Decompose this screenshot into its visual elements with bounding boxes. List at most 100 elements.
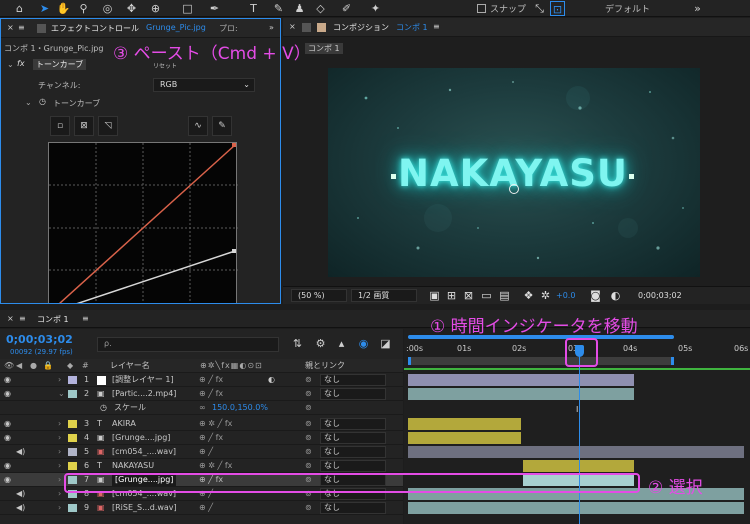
layer-row-4[interactable]: ◉ › 4 ▣ [Grunge....jpg] ⊕ ╱ fx ⊚ なし	[0, 431, 403, 445]
more-workspaces-icon[interactable]: »	[690, 1, 705, 16]
timeline-close-icon[interactable]: ×	[7, 314, 14, 323]
pickwhip-icon[interactable]: ⊚	[305, 388, 312, 400]
shy-icon[interactable]: ▴	[334, 336, 349, 351]
parent-select[interactable]: なし	[320, 446, 386, 458]
expand-chevron-icon[interactable]: ›	[58, 446, 61, 458]
pickwhip-icon[interactable]: ⊚	[305, 446, 312, 458]
audio-icon[interactable]: ◀)	[16, 502, 25, 514]
lock-icon[interactable]	[37, 24, 46, 33]
mask-icon[interactable]: ▭	[479, 288, 494, 303]
expand-chevron-icon[interactable]: ›	[58, 474, 61, 486]
layer-switches[interactable]: ⊕ ╱	[199, 446, 213, 458]
pickwhip-icon[interactable]: ⊚	[305, 432, 312, 444]
adjustment-switch-icon[interactable]: ◐	[268, 374, 275, 386]
visibility-eye-icon[interactable]: ◉	[4, 374, 11, 386]
expand-chevron-icon[interactable]: ›	[58, 488, 61, 500]
layer-bar-4[interactable]	[408, 432, 521, 444]
work-area-bar[interactable]	[408, 357, 674, 365]
layer-name[interactable]: [Grunge....jpg]	[112, 432, 170, 444]
curve-bezier-icon[interactable]: ∿	[188, 116, 208, 136]
layer-bar-5[interactable]	[408, 446, 744, 458]
effect-controls-tab-title[interactable]: エフェクトコントロール	[51, 23, 139, 34]
layer-switches[interactable]: ⊕ ╱	[199, 502, 213, 514]
parent-select[interactable]: なし	[320, 502, 386, 514]
curve-size-medium-icon[interactable]: ⊠	[74, 116, 94, 136]
camera-icon[interactable]: ◙	[588, 288, 603, 303]
layer-bar-3[interactable]	[408, 418, 521, 430]
snapshot-grid-icon[interactable]: ▣	[427, 288, 442, 303]
layer-name[interactable]: NAKAYASU	[112, 460, 154, 472]
hand-icon[interactable]: ✋	[56, 1, 71, 16]
eraser-icon[interactable]: ◇	[313, 1, 328, 16]
transform-handle-left[interactable]	[391, 174, 396, 179]
move-icon[interactable]: ✥	[124, 1, 139, 16]
transparency-grid-icon[interactable]: ⊠	[461, 288, 476, 303]
layer-search-input[interactable]: ρ.	[97, 337, 279, 352]
snap-checkbox[interactable]	[477, 4, 486, 13]
layer-switches[interactable]: ⊕ ╱ fx	[199, 432, 223, 444]
stopwatch-icon[interactable]: ◷	[39, 97, 46, 106]
layer-name[interactable]: [調整レイヤー 1]	[112, 374, 174, 386]
parent-select[interactable]: なし	[320, 388, 386, 400]
expand-chevron-icon[interactable]: ⌄	[58, 388, 65, 400]
stamp-icon[interactable]: ♟	[292, 1, 307, 16]
roto-icon[interactable]: ✐	[339, 1, 354, 16]
text-icon[interactable]: T	[246, 1, 261, 16]
layer-name[interactable]: [cm054_....wav]	[112, 446, 176, 458]
workspace-label[interactable]: デフォルト	[605, 2, 650, 15]
current-time-indicator-line[interactable]	[579, 351, 580, 524]
effect-controls-tab-other[interactable]: プロ:	[219, 23, 238, 34]
timeline-tab-name[interactable]: コンポ 1	[37, 314, 69, 325]
exposure-reset-icon[interactable]: ✲	[538, 288, 553, 303]
graph-editor-icon[interactable]: ◪	[378, 336, 393, 351]
layer-color-swatch[interactable]	[68, 420, 77, 428]
layer-bar-9[interactable]	[408, 502, 744, 514]
header-parent[interactable]: 親とリンク	[305, 360, 345, 372]
curve-size-small-icon[interactable]: ▫	[50, 116, 70, 136]
constrain-link-icon[interactable]: ∞	[199, 402, 206, 414]
expand-chevron-icon[interactable]: ›	[58, 460, 61, 472]
layer-bar-2[interactable]	[408, 388, 634, 400]
pickwhip-icon[interactable]: ⊚	[305, 460, 312, 472]
layer-color-swatch[interactable]	[68, 434, 77, 442]
expand-chevron-icon[interactable]: ›	[58, 432, 61, 444]
visibility-eye-icon[interactable]: ◉	[4, 432, 11, 444]
curve-pencil-icon[interactable]: ✎	[212, 116, 232, 136]
zoom-icon[interactable]: ⚲	[76, 1, 91, 16]
layer-switches[interactable]: ⊕ ✲ ╱ fx	[199, 460, 232, 472]
curves-chevron-icon[interactable]: ⌄	[25, 98, 32, 107]
pin-icon[interactable]: ✦	[368, 1, 383, 16]
region-icon[interactable]: ⊞	[444, 288, 459, 303]
fx-icon[interactable]: fx	[17, 59, 25, 68]
scale-value[interactable]: 150.0,150.0%	[212, 402, 268, 414]
layer-color-swatch[interactable]	[68, 462, 77, 470]
visibility-eye-icon[interactable]: ◉	[4, 460, 11, 472]
scale-property-row[interactable]: ◷ スケール ∞ 150.0,150.0% ⊚	[0, 401, 403, 415]
transform-handle-right[interactable]	[629, 174, 634, 179]
selection-icon[interactable]: ➤	[37, 1, 52, 16]
layer-name[interactable]: AKIRA	[112, 418, 136, 430]
rect-icon[interactable]: □	[180, 1, 195, 16]
snap-option-icon[interactable]: ⤡	[532, 1, 547, 16]
layer-color-swatch[interactable]	[68, 376, 77, 384]
anchor-point-icon[interactable]	[509, 184, 519, 194]
layer-switches[interactable]: ⊕ ✲ ╱ fx	[199, 418, 232, 430]
comp-menu-icon[interactable]: ≡	[433, 22, 440, 31]
visibility-eye-icon[interactable]: ◉	[4, 388, 11, 400]
pen-icon[interactable]: ✒	[207, 1, 222, 16]
pickwhip-icon[interactable]: ⊚	[305, 374, 312, 386]
layer-row-5[interactable]: ◀) › 5 ▣ [cm054_....wav] ⊕ ╱ ⊚ なし	[0, 445, 403, 459]
pickwhip-icon[interactable]: ⊚	[305, 502, 312, 514]
more-tabs-icon[interactable]: »	[269, 23, 274, 32]
layer-color-swatch[interactable]	[68, 448, 77, 456]
layer-row-1[interactable]: ◉ › 1 [調整レイヤー 1] ⊕ ╱ fx ◐ ⊚ なし	[0, 373, 403, 387]
layer-row-3[interactable]: ◉ › 3 T AKIRA ⊕ ✲ ╱ fx ⊚ なし	[0, 417, 403, 431]
timeline-timecode[interactable]: 0;00;03;02	[6, 334, 73, 346]
exposure-value[interactable]: +0.0	[556, 290, 575, 302]
layer-switches[interactable]: ⊕ ╱ fx	[199, 388, 223, 400]
comp-timecode[interactable]: 0;00;03;02	[638, 290, 682, 302]
close-icon[interactable]: ×	[7, 23, 14, 32]
layer-color-swatch[interactable]	[68, 390, 77, 398]
pan-icon[interactable]: ⊕	[148, 1, 163, 16]
channel-select[interactable]: RGB ⌄	[153, 78, 255, 92]
